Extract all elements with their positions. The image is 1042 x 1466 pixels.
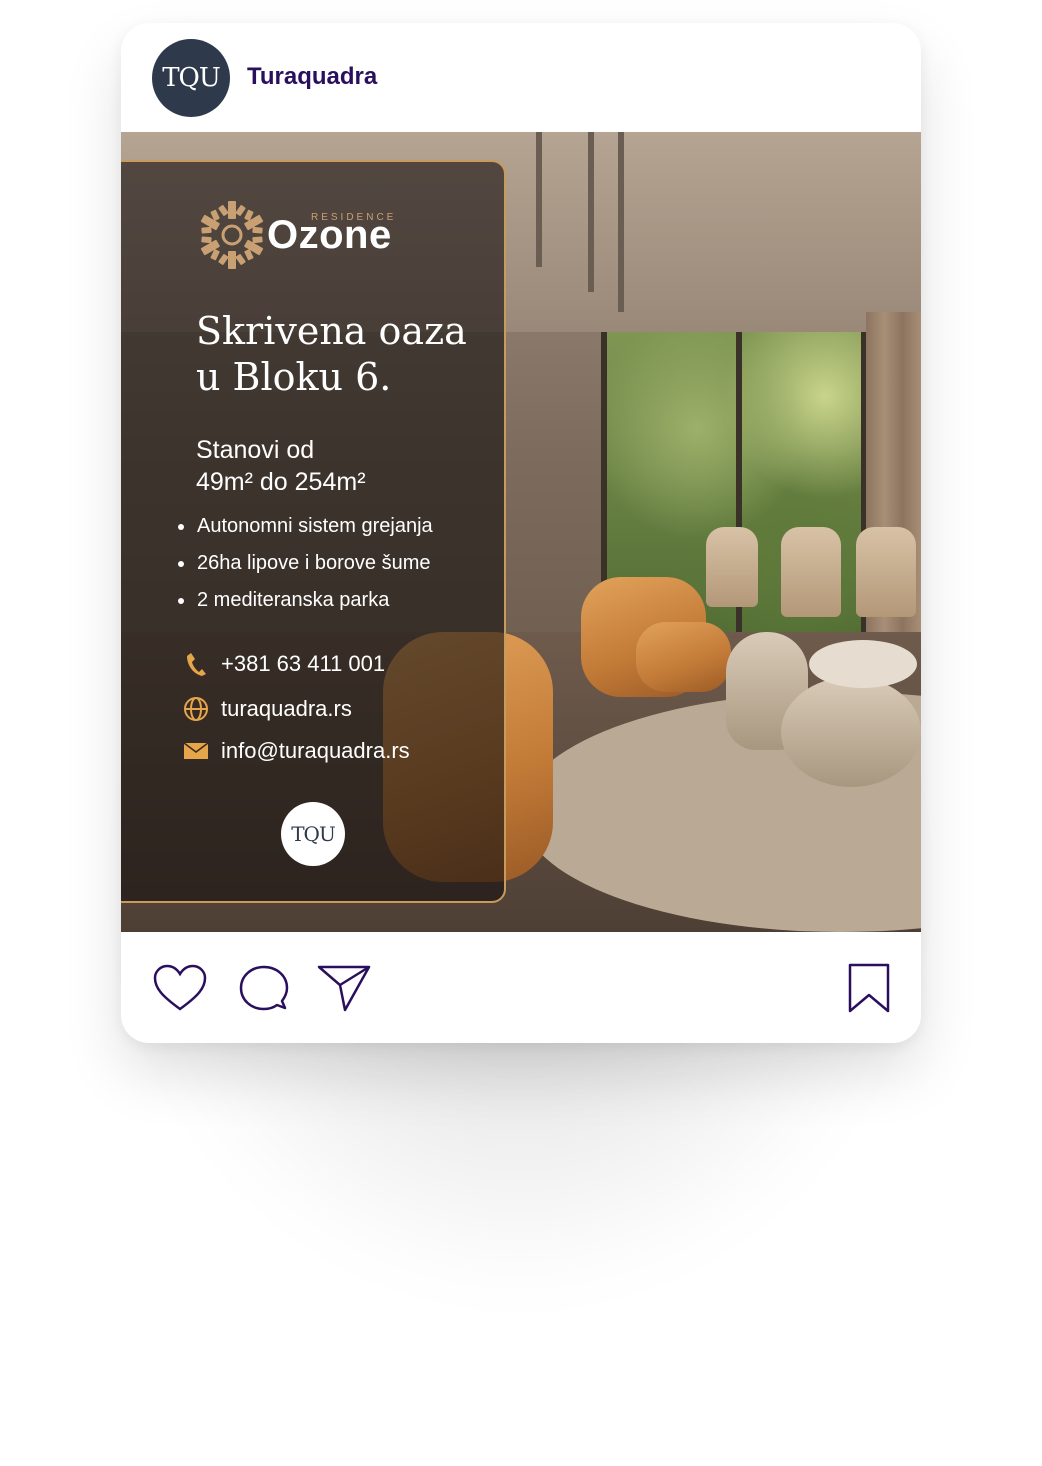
brand-badge: TQU	[281, 802, 345, 866]
bullet-icon	[178, 598, 184, 604]
instagram-post-card: TQU Turaquadra RESIDENCE Ozone Skrivena …	[121, 23, 921, 1043]
globe-icon	[183, 696, 209, 722]
armchair	[636, 622, 731, 692]
contact-phone: +381 63 411 001	[183, 650, 385, 678]
phone-icon	[183, 651, 209, 677]
website-link: turaquadra.rs	[221, 696, 352, 721]
ad-headline: Skrivena oaza u Bloku 6.	[196, 309, 467, 399]
feature-list: Autonomni sistem grejanja 26ha lipove i …	[178, 515, 433, 626]
dining-chair	[856, 527, 916, 617]
bookmark-button[interactable]	[840, 962, 898, 1014]
email-address: info@turaquadra.rs	[221, 738, 410, 763]
contact-email: info@turaquadra.rs	[183, 737, 410, 765]
envelope-icon	[183, 738, 209, 764]
post-image[interactable]: RESIDENCE Ozone Skrivena oaza u Bloku 6.…	[121, 132, 921, 932]
comment-icon	[239, 965, 289, 1011]
ceiling-light	[618, 132, 624, 312]
list-item: 2 mediteranska parka	[178, 589, 433, 626]
bullet-icon	[178, 524, 184, 530]
dining-chair	[706, 527, 758, 607]
brand-name: Ozone	[267, 213, 392, 257]
heart-icon	[153, 964, 207, 1011]
snowflake-logo-icon	[195, 199, 269, 271]
coffee-table	[809, 640, 917, 688]
curtain	[866, 312, 921, 672]
avatar[interactable]: TQU	[152, 39, 230, 117]
like-button[interactable]	[151, 962, 209, 1014]
list-item: Autonomni sistem grejanja	[178, 515, 433, 552]
bookmark-icon	[848, 963, 890, 1013]
ceiling-light	[536, 132, 542, 267]
feature-text: 26ha lipove i borove šume	[197, 552, 431, 574]
contact-website: turaquadra.rs	[183, 695, 352, 723]
share-icon	[317, 965, 371, 1012]
feature-text: 2 mediteranska parka	[197, 589, 390, 611]
share-button[interactable]	[315, 962, 373, 1014]
coffee-table	[781, 677, 921, 787]
bullet-icon	[178, 561, 184, 567]
comment-button[interactable]	[234, 962, 292, 1014]
account-name[interactable]: Turaquadra	[247, 63, 377, 91]
dining-chair	[781, 527, 841, 617]
phone-number: +381 63 411 001	[221, 651, 386, 676]
post-actions	[121, 932, 921, 1043]
apartment-sizes: Stanovi od 49m² do 254m²	[196, 436, 366, 496]
feature-text: Autonomni sistem grejanja	[197, 515, 433, 537]
post-header: TQU Turaquadra	[121, 23, 921, 132]
list-item: 26ha lipove i borove šume	[178, 552, 433, 589]
ad-info-panel: RESIDENCE Ozone Skrivena oaza u Bloku 6.…	[121, 160, 506, 903]
ceiling-light	[588, 132, 594, 292]
